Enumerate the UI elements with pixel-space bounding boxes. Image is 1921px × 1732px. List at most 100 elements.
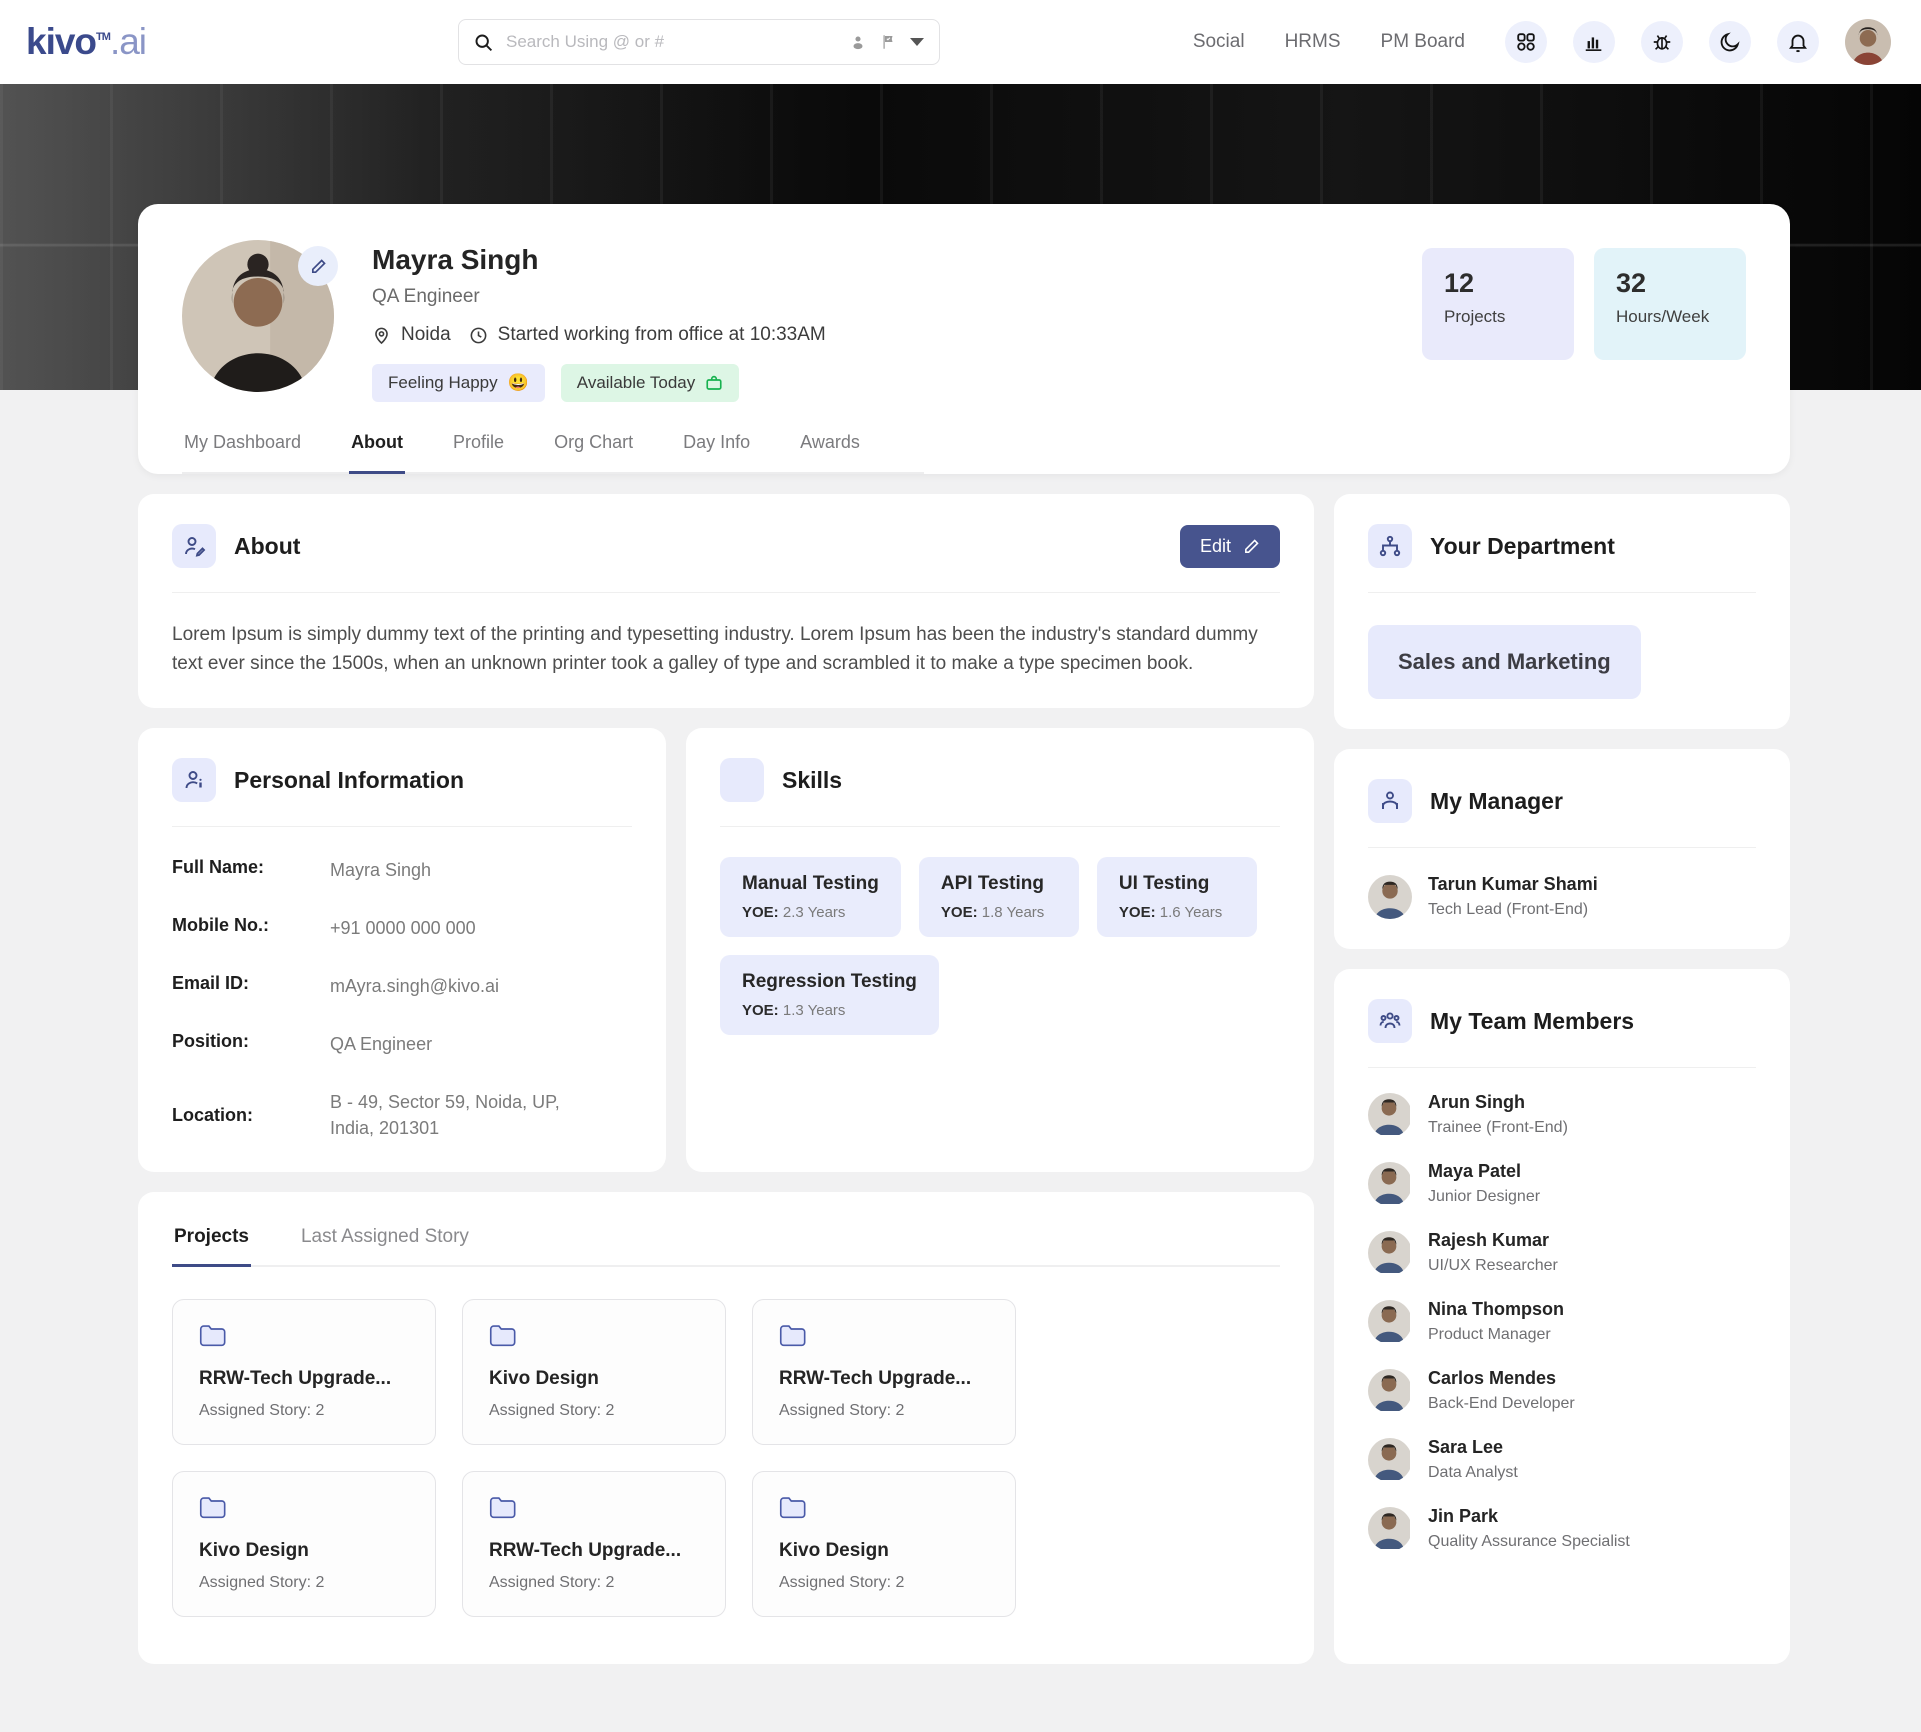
edit-about-button[interactable]: Edit bbox=[1180, 525, 1280, 568]
field-value: QA Engineer bbox=[330, 1031, 632, 1057]
member-avatar bbox=[1368, 1231, 1412, 1275]
project-title: RRW-Tech Upgrade... bbox=[199, 1368, 409, 1390]
field-label: Mobile No.: bbox=[172, 915, 330, 941]
search-input[interactable] bbox=[506, 32, 837, 52]
stat-hours: 32 Hours/Week bbox=[1594, 248, 1746, 360]
smiley-emoji-icon: 😃 bbox=[508, 373, 529, 393]
project-card[interactable]: Kivo Design Assigned Story: 2 bbox=[752, 1471, 1016, 1617]
search-dropdown-caret-icon[interactable] bbox=[909, 37, 925, 47]
member-name: Rajesh Kumar bbox=[1428, 1230, 1558, 1251]
tab-my-dashboard[interactable]: My Dashboard bbox=[182, 432, 303, 472]
edit-photo-button[interactable] bbox=[298, 246, 338, 286]
projects-tabs: Projects Last Assigned Story bbox=[172, 1222, 1280, 1267]
tab-awards[interactable]: Awards bbox=[798, 432, 862, 472]
project-card[interactable]: RRW-Tech Upgrade... Assigned Story: 2 bbox=[752, 1299, 1016, 1445]
field-label: Full Name: bbox=[172, 857, 330, 883]
field-value: +91 0000 000 000 bbox=[330, 915, 632, 941]
skill-yoe-value: 1.8 Years bbox=[982, 904, 1045, 921]
skill-yoe-label: YOE: bbox=[742, 1002, 779, 1019]
member-avatar bbox=[1368, 1438, 1412, 1482]
member-avatar bbox=[1368, 1369, 1412, 1413]
department-icon bbox=[1368, 524, 1412, 568]
stat-projects: 12 Projects bbox=[1422, 248, 1574, 360]
about-card: About Edit Lorem Ipsum is simply dummy t… bbox=[138, 494, 1314, 708]
brand-logo[interactable]: kivoTM.ai bbox=[26, 21, 146, 63]
dark-mode-button[interactable] bbox=[1709, 21, 1751, 63]
member-name: Carlos Mendes bbox=[1428, 1368, 1575, 1389]
about-text: Lorem Ipsum is simply dummy text of the … bbox=[172, 621, 1280, 678]
skill-chip: Manual Testing YOE: 2.3 Years bbox=[720, 857, 901, 937]
team-icon bbox=[1368, 999, 1412, 1043]
folder-icon bbox=[489, 1324, 517, 1348]
department-card: Your Department Sales and Marketing bbox=[1334, 494, 1790, 729]
field-value: mAyra.singh@kivo.ai bbox=[330, 973, 632, 999]
team-member-row[interactable]: Arun SinghTrainee (Front-End) bbox=[1368, 1092, 1756, 1137]
flag-filter-icon[interactable] bbox=[879, 33, 897, 51]
project-subtitle: Assigned Story: 2 bbox=[779, 1574, 989, 1592]
tab-last-assigned-story[interactable]: Last Assigned Story bbox=[299, 1222, 471, 1265]
manager-icon bbox=[1368, 779, 1412, 823]
notifications-button[interactable] bbox=[1777, 21, 1819, 63]
project-subtitle: Assigned Story: 2 bbox=[489, 1574, 699, 1592]
folder-icon bbox=[779, 1324, 807, 1348]
member-name: Jin Park bbox=[1428, 1506, 1630, 1527]
manager-role: Tech Lead (Front-End) bbox=[1428, 901, 1598, 919]
user-avatar[interactable] bbox=[1845, 19, 1891, 65]
tab-about[interactable]: About bbox=[349, 432, 405, 474]
skill-yoe-value: 1.6 Years bbox=[1160, 904, 1223, 921]
project-card[interactable]: RRW-Tech Upgrade... Assigned Story: 2 bbox=[462, 1471, 726, 1617]
about-user-edit-icon bbox=[172, 524, 216, 568]
brand-suffix: .ai bbox=[110, 21, 146, 63]
tab-profile[interactable]: Profile bbox=[451, 432, 506, 472]
team-member-row[interactable]: Sara LeeData Analyst bbox=[1368, 1437, 1756, 1482]
profile-name: Mayra Singh bbox=[372, 244, 826, 276]
profile-location: Noida bbox=[401, 324, 451, 346]
tab-projects[interactable]: Projects bbox=[172, 1222, 251, 1267]
team-member-row[interactable]: Nina ThompsonProduct Manager bbox=[1368, 1299, 1756, 1344]
field-value: B - 49, Sector 59, Noida, UP, India, 201… bbox=[330, 1089, 560, 1141]
project-card[interactable]: Kivo Design Assigned Story: 2 bbox=[462, 1299, 726, 1445]
skill-yoe-label: YOE: bbox=[742, 904, 779, 921]
field-position: Position: QA Engineer bbox=[172, 1031, 632, 1057]
project-card[interactable]: Kivo Design Assigned Story: 2 bbox=[172, 1471, 436, 1617]
brand-name: kivo bbox=[26, 21, 96, 63]
profile-tabs: My Dashboard About Profile Org Chart Day… bbox=[182, 432, 924, 474]
global-search[interactable] bbox=[458, 19, 940, 65]
apps-grid-button[interactable] bbox=[1505, 21, 1547, 63]
folder-icon bbox=[199, 1324, 227, 1348]
member-avatar bbox=[1368, 1300, 1412, 1344]
tab-org-chart[interactable]: Org Chart bbox=[552, 432, 635, 472]
member-name: Maya Patel bbox=[1428, 1161, 1540, 1182]
stat-projects-label: Projects bbox=[1444, 307, 1552, 327]
skill-name: Regression Testing bbox=[742, 971, 917, 993]
skill-yoe-value: 2.3 Years bbox=[783, 904, 846, 921]
team-member-row[interactable]: Carlos MendesBack-End Developer bbox=[1368, 1368, 1756, 1413]
field-value: Mayra Singh bbox=[330, 857, 632, 883]
brand-tm: TM bbox=[96, 31, 110, 43]
mood-badge: Feeling Happy 😃 bbox=[372, 364, 545, 402]
tab-day-info[interactable]: Day Info bbox=[681, 432, 752, 472]
member-role: Quality Assurance Specialist bbox=[1428, 1533, 1630, 1551]
project-subtitle: Assigned Story: 2 bbox=[489, 1402, 699, 1420]
project-subtitle: Assigned Story: 2 bbox=[779, 1402, 989, 1420]
stat-hours-value: 32 bbox=[1616, 268, 1724, 299]
personal-info-title: Personal Information bbox=[234, 767, 464, 794]
manager-row[interactable]: Tarun Kumar Shami Tech Lead (Front-End) bbox=[1368, 874, 1756, 919]
project-card[interactable]: RRW-Tech Upgrade... Assigned Story: 2 bbox=[172, 1299, 436, 1445]
analytics-button[interactable] bbox=[1573, 21, 1615, 63]
team-member-row[interactable]: Rajesh KumarUI/UX Researcher bbox=[1368, 1230, 1756, 1275]
nav-link-hrms[interactable]: HRMS bbox=[1285, 31, 1341, 53]
team-member-row[interactable]: Maya PatelJunior Designer bbox=[1368, 1161, 1756, 1206]
personal-info-card: Personal Information Full Name: Mayra Si… bbox=[138, 728, 666, 1172]
clock-icon bbox=[469, 326, 488, 345]
team-member-row[interactable]: Jin Park Quality Assurance Specialist bbox=[1368, 1506, 1756, 1551]
nav-link-pm-board[interactable]: PM Board bbox=[1381, 31, 1465, 53]
availability-badge: Available Today bbox=[561, 364, 739, 402]
project-title: Kivo Design bbox=[199, 1540, 409, 1562]
bug-report-button[interactable] bbox=[1641, 21, 1683, 63]
nav-link-social[interactable]: Social bbox=[1193, 31, 1245, 53]
mention-user-icon[interactable] bbox=[849, 33, 867, 51]
personal-info-icon bbox=[172, 758, 216, 802]
project-subtitle: Assigned Story: 2 bbox=[199, 1402, 409, 1420]
department-value: Sales and Marketing bbox=[1368, 625, 1641, 699]
